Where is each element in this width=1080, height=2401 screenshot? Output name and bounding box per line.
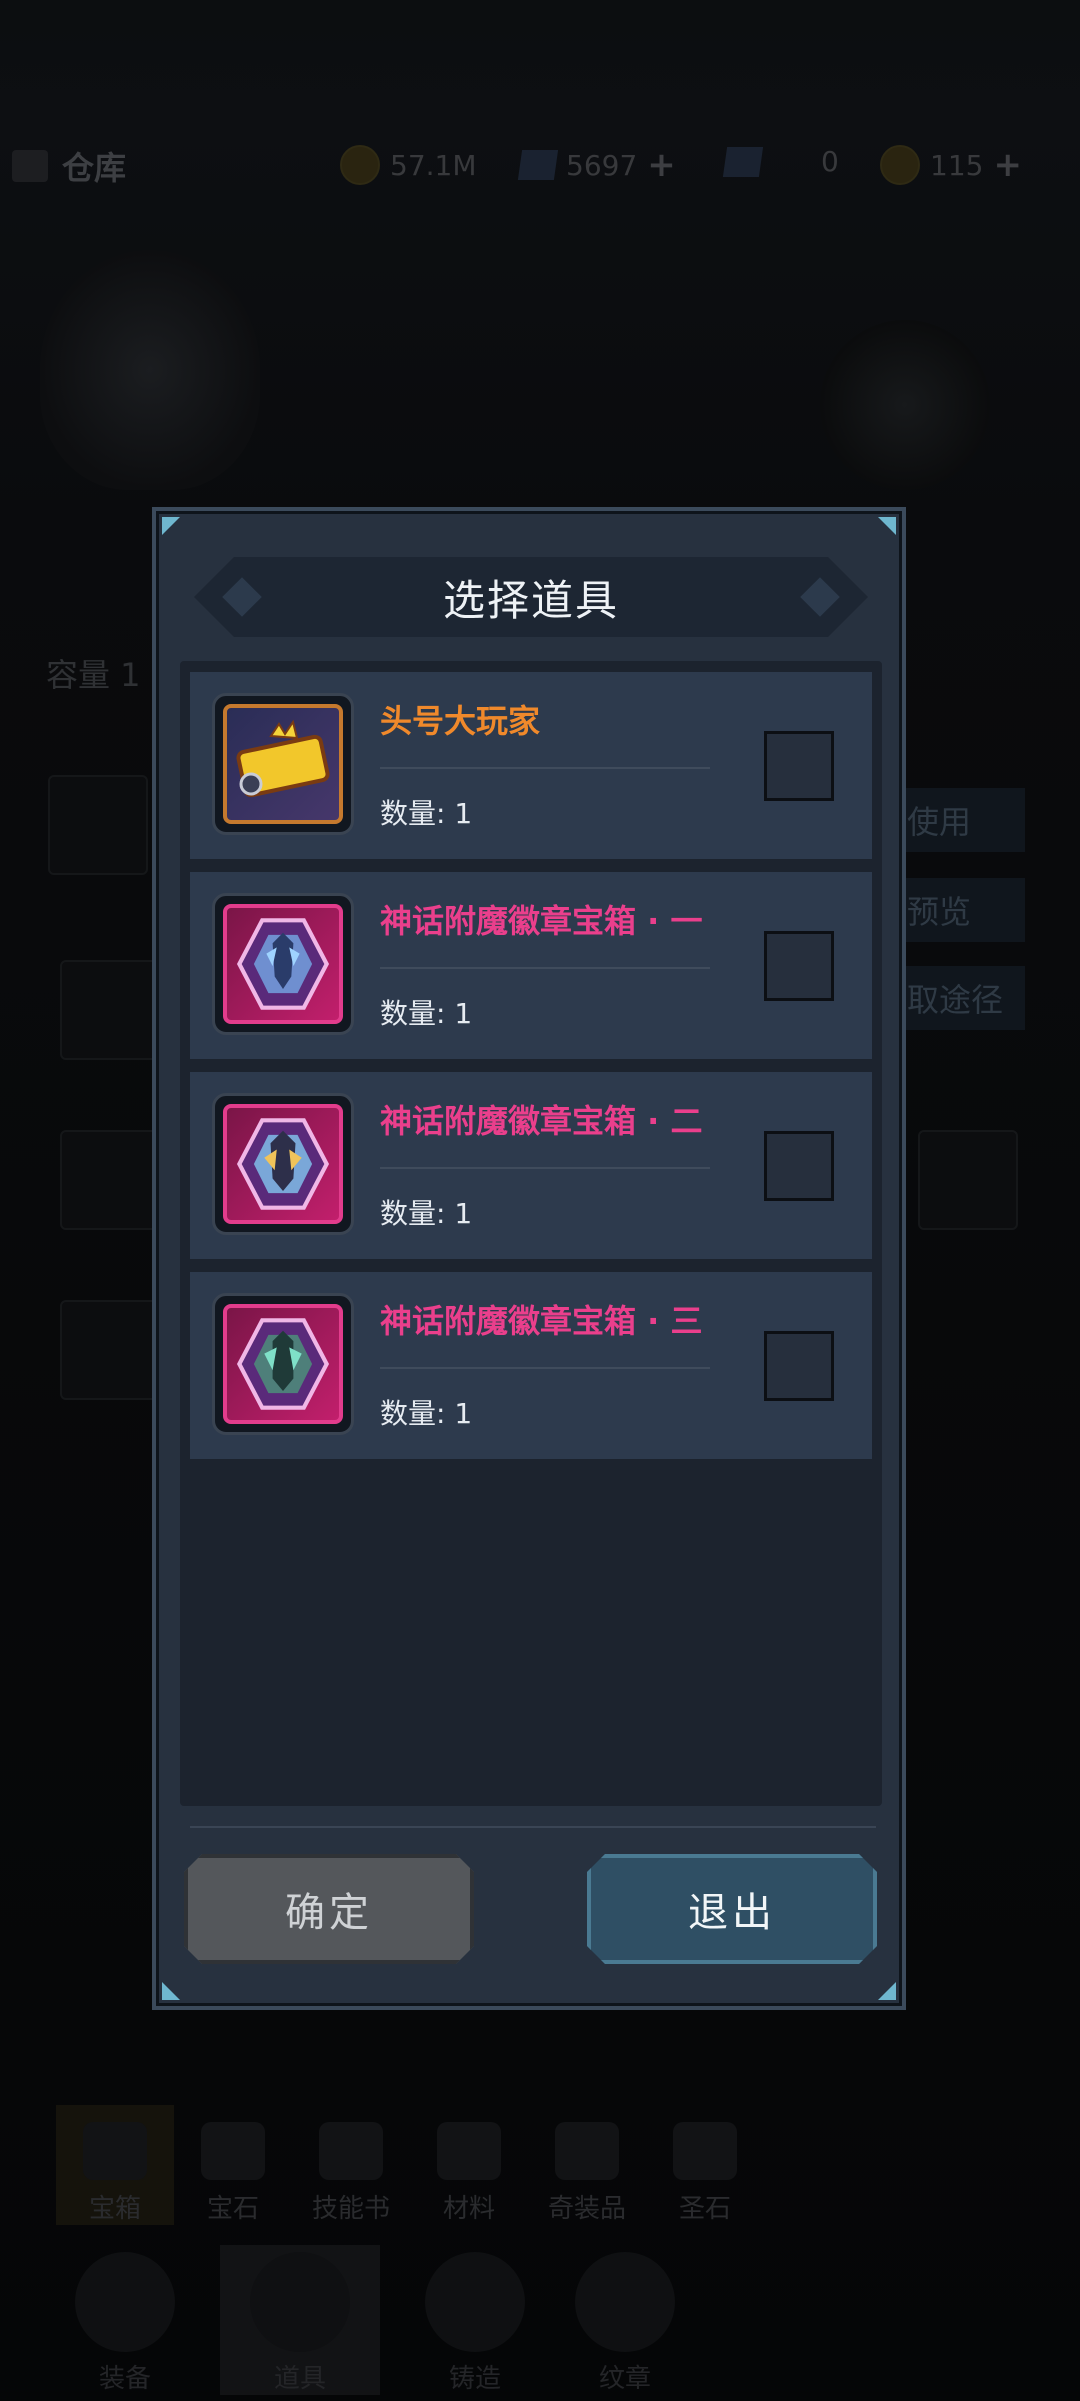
hero-portrait: [40, 250, 260, 490]
gem-icon: [201, 2122, 265, 2180]
hammer-icon: [425, 2252, 525, 2352]
warehouse-icon: [12, 150, 48, 182]
select-item-dialog: 选择道具 头号大玩家 数量: 1 神话附魔徽章宝箱 · 一 数量: 1 神话附魔…: [152, 507, 906, 2010]
star-icon: [555, 2122, 619, 2180]
chest-icon: [83, 2122, 147, 2180]
select-checkbox[interactable]: [764, 931, 834, 1001]
item-quantity: 数量: 1: [380, 1197, 473, 1230]
coin-icon: [340, 145, 380, 185]
sword-icon: [75, 2252, 175, 2352]
item-divider: [380, 967, 710, 969]
crystal-resource: 0: [722, 145, 839, 178]
bg-inventory-slot[interactable]: [60, 1130, 160, 1230]
tab-chest[interactable]: 宝箱: [56, 2105, 174, 2225]
gold-badge-icon: [223, 704, 343, 824]
bg-inventory-slot[interactable]: [918, 1130, 1018, 1230]
ticket-resource: 115 +: [880, 145, 1022, 185]
emblem-icon: [575, 2252, 675, 2352]
crystal-icon: [722, 146, 764, 177]
item-quantity: 数量: 1: [380, 797, 473, 830]
nav-items[interactable]: 道具: [220, 2245, 380, 2395]
bg-inventory-slot[interactable]: [60, 1300, 160, 1400]
list-item[interactable]: 头号大玩家 数量: 1: [190, 672, 872, 859]
item-name: 神话附魔徽章宝箱 · 一: [380, 902, 703, 940]
diamond-ornament-icon: [800, 577, 840, 617]
bg-inventory-slot[interactable]: [48, 775, 148, 875]
footer-divider: [190, 1826, 876, 1828]
pet-portrait: [820, 320, 990, 490]
nav-forge[interactable]: 铸造: [420, 2245, 530, 2395]
dialog-title: 选择道具: [442, 575, 619, 625]
tab-material[interactable]: 材料: [410, 2105, 528, 2225]
item-icon-frame: [212, 1293, 354, 1435]
tab-holy-stone[interactable]: 圣石: [646, 2105, 764, 2225]
item-list: 头号大玩家 数量: 1 神话附魔徽章宝箱 · 一 数量: 1 神话附魔徽章宝箱 …: [180, 661, 882, 1806]
bottom-nav: 装备 道具 铸造 纹章: [70, 2245, 680, 2395]
tab-skillbook[interactable]: 技能书: [292, 2105, 410, 2225]
item-name: 头号大玩家: [380, 702, 541, 740]
exit-button[interactable]: 退出: [587, 1854, 877, 1964]
list-item[interactable]: 神话附魔徽章宝箱 · 一 数量: 1: [190, 872, 872, 1059]
tab-accessory[interactable]: 奇装品: [528, 2105, 646, 2225]
add-ticket-icon[interactable]: +: [993, 145, 1022, 185]
corner-ornament: [162, 1982, 180, 2000]
select-checkbox[interactable]: [764, 731, 834, 801]
nav-equipment[interactable]: 装备: [70, 2245, 180, 2395]
corner-ornament: [162, 517, 180, 535]
list-item[interactable]: 神话附魔徽章宝箱 · 二 数量: 1: [190, 1072, 872, 1259]
ticket-icon: [880, 145, 920, 185]
item-name: 神话附魔徽章宝箱 · 二: [380, 1102, 703, 1140]
confirm-button[interactable]: 确定: [184, 1854, 474, 1964]
corner-ornament: [878, 1982, 896, 2000]
select-checkbox[interactable]: [764, 1331, 834, 1401]
item-divider: [380, 767, 710, 769]
obtain-route-button[interactable]: 取途径: [895, 966, 1025, 1030]
mythic-badge-chest-icon: [223, 1304, 343, 1424]
diamond-ornament-icon: [222, 577, 262, 617]
book-icon: [319, 2122, 383, 2180]
add-gem-icon[interactable]: +: [647, 145, 676, 185]
corner-ornament: [878, 517, 896, 535]
item-quantity: 数量: 1: [380, 1397, 473, 1430]
category-tabs: 宝箱 宝石 技能书 材料 奇装品 圣石: [56, 2105, 764, 2225]
warehouse-title: 仓库: [12, 143, 126, 189]
item-icon-frame: [212, 693, 354, 835]
item-icon-frame: [212, 1093, 354, 1235]
select-checkbox[interactable]: [764, 1131, 834, 1201]
coin-resource: 57.1M: [340, 145, 477, 185]
material-icon: [437, 2122, 501, 2180]
use-button[interactable]: 使用: [895, 788, 1025, 852]
eye-icon: [673, 2122, 737, 2180]
chest-icon: [250, 2252, 350, 2352]
dialog-header: 选择道具: [194, 557, 868, 637]
gem-icon: [517, 150, 559, 180]
preview-button[interactable]: 预览: [895, 878, 1025, 942]
bg-inventory-slot[interactable]: [60, 960, 160, 1060]
item-divider: [380, 1167, 710, 1169]
gem-resource: 5697 +: [517, 145, 676, 185]
list-item[interactable]: 神话附魔徽章宝箱 · 三 数量: 1: [190, 1272, 872, 1459]
top-bar: 仓库 57.1M 5697 + 0 115 +: [0, 135, 1080, 193]
tab-gem[interactable]: 宝石: [174, 2105, 292, 2225]
item-divider: [380, 1367, 710, 1369]
item-icon-frame: [212, 893, 354, 1035]
item-quantity: 数量: 1: [380, 997, 473, 1030]
capacity-label: 容量 1: [46, 656, 141, 694]
mythic-badge-chest-icon: [223, 904, 343, 1024]
nav-emblem[interactable]: 纹章: [570, 2245, 680, 2395]
mythic-badge-chest-icon: [223, 1104, 343, 1224]
item-name: 神话附魔徽章宝箱 · 三: [380, 1302, 703, 1340]
